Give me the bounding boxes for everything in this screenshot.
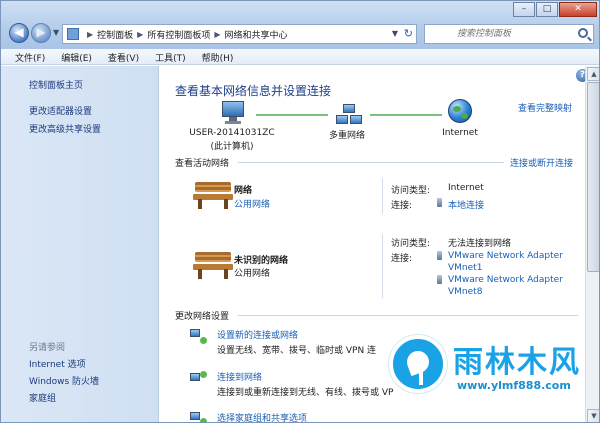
network-1-connection-label: 连接: — [391, 201, 413, 211]
divider — [382, 178, 383, 214]
this-computer-label: (此计算机) — [210, 142, 254, 152]
network-adapter-icon — [437, 198, 442, 207]
sidebar-internet-options[interactable]: Internet 选项 — [29, 357, 86, 370]
sidebar-control-panel-home[interactable]: 控制面板主页 — [29, 78, 83, 91]
connect-to-network-desc: 连接到或重新连接到无线、有线、拨号或 VP — [217, 388, 394, 398]
network-1-type-link[interactable]: 公用网络 — [234, 197, 270, 210]
network-2-type: 公用网络 — [234, 269, 271, 279]
public-network-bench-icon — [193, 180, 233, 210]
change-settings-heading: 更改网络设置 — [175, 312, 230, 322]
ylmf-logo-icon — [389, 335, 447, 393]
chevron-right-icon[interactable]: ▶ — [137, 30, 143, 39]
address-dropdown-chevron-icon[interactable]: ▼ — [392, 29, 398, 38]
network-2-connection-label: 连接: — [391, 254, 413, 264]
setup-new-connection-link[interactable]: 设置新的连接或网络 — [217, 328, 298, 341]
public-network-bench-icon — [193, 250, 233, 280]
setup-new-connection-desc: 设置无线、宽带、拨号、临时或 VPN 连 — [217, 346, 377, 356]
menu-edit[interactable]: 编辑(E) — [55, 49, 98, 64]
breadcrumb: ▶ 控制面板 ▶ 所有控制面板项 ▶ 网络和共享中心 — [83, 28, 288, 41]
menu-view[interactable]: 查看(V) — [102, 49, 145, 64]
network-2-connection-link-1-sub[interactable]: VMnet1 — [448, 263, 482, 273]
search-input[interactable] — [425, 25, 565, 43]
menu-file[interactable]: 文件(F) — [9, 49, 51, 64]
new-connection-icon — [190, 329, 208, 345]
internet-label[interactable]: Internet — [430, 128, 490, 138]
active-networks-heading: 查看活动网络 — [175, 159, 230, 169]
network-1-name: 网络 — [234, 186, 253, 196]
control-panel-icon — [67, 28, 79, 40]
sidebar-see-also-heading: 另请参阅 — [29, 343, 66, 353]
network-adapter-icon — [437, 251, 442, 260]
divider — [382, 234, 383, 298]
search-box[interactable] — [424, 24, 594, 44]
close-button[interactable]: ✕ — [559, 2, 597, 17]
menu-tools[interactable]: 工具(T) — [149, 49, 192, 64]
window-controls: – □ ✕ — [512, 2, 597, 17]
divider — [238, 162, 504, 163]
network-1-access-label: 访问类型: — [391, 186, 431, 196]
connect-disconnect-link[interactable]: 连接或断开连接 — [510, 156, 573, 169]
sidebar-change-adapter-settings[interactable]: 更改适配器设置 — [29, 104, 92, 117]
forward-arrow-icon[interactable]: ▶ — [31, 23, 51, 43]
maximize-button[interactable]: □ — [536, 2, 558, 17]
connect-to-network-icon — [190, 371, 208, 387]
connection-line — [370, 114, 442, 116]
network-1-connection-link[interactable]: 本地连接 — [448, 198, 484, 211]
breadcrumb-all-items[interactable]: 所有控制面板项 — [147, 28, 210, 41]
network-2-name: 未识别的网络 — [234, 256, 289, 266]
network-sharing-center-window: – □ ✕ ◀ ▶ ▼ ▶ 控制面板 ▶ 所有控制面板项 ▶ 网络和共享中心 ▼… — [0, 0, 600, 423]
breadcrumb-control-panel[interactable]: 控制面板 — [97, 28, 133, 41]
sidebar-homegroup[interactable]: 家庭组 — [29, 391, 56, 404]
menu-bar: 文件(F) 编辑(E) 查看(V) 工具(T) 帮助(H) — [1, 49, 599, 65]
network-2-access-label: 访问类型: — [391, 239, 431, 249]
network-2-connection-link-2-sub[interactable]: VMnet8 — [448, 287, 482, 297]
refresh-icon[interactable]: ↻ — [404, 27, 413, 40]
page-title: 查看基本网络信息并设置连接 — [175, 84, 332, 98]
menu-help[interactable]: 帮助(H) — [196, 49, 240, 64]
divider — [238, 315, 578, 316]
sidebar: 控制面板主页 更改适配器设置 更改高级共享设置 另请参阅 Internet 选项… — [1, 66, 159, 422]
scroll-up-icon[interactable]: ▲ — [587, 67, 599, 81]
multiple-networks-icon — [336, 104, 362, 126]
scroll-thumb[interactable] — [587, 82, 599, 272]
address-bar[interactable]: ▶ 控制面板 ▶ 所有控制面板项 ▶ 网络和共享中心 ▼ ↻ — [62, 24, 417, 44]
network-1-access-value: Internet — [448, 183, 484, 193]
multiple-networks-label[interactable]: 多重网络 — [312, 128, 382, 141]
network-adapter-icon — [437, 275, 442, 284]
breadcrumb-network-center[interactable]: 网络和共享中心 — [225, 28, 288, 41]
recent-pages-chevron-icon[interactable]: ▼ — [53, 28, 59, 37]
network-2-connection-link-2[interactable]: VMware Network Adapter — [448, 275, 563, 285]
computer-icon — [220, 101, 246, 125]
connect-to-network-link[interactable]: 连接到网络 — [217, 370, 262, 383]
title-address-bar: – □ ✕ ◀ ▶ ▼ ▶ 控制面板 ▶ 所有控制面板项 ▶ 网络和共享中心 ▼… — [1, 1, 599, 49]
watermark-title: 雨林木风 — [453, 345, 581, 380]
chevron-right-icon[interactable]: ▶ — [214, 30, 220, 39]
sidebar-windows-firewall[interactable]: Windows 防火墙 — [29, 374, 99, 387]
search-icon[interactable] — [578, 28, 588, 38]
watermark: 雨林木风 www.ylmf888.com — [381, 331, 599, 422]
network-2-access-value: 无法连接到网络 — [448, 239, 512, 249]
watermark-url: www.ylmf888.com — [457, 379, 571, 392]
internet-globe-icon — [448, 99, 472, 123]
homegroup-sharing-link[interactable]: 选择家庭组和共享选项 — [217, 411, 307, 422]
connection-line — [256, 114, 328, 116]
back-arrow-icon[interactable]: ◀ — [9, 23, 29, 43]
sidebar-change-advanced-sharing[interactable]: 更改高级共享设置 — [29, 122, 101, 135]
network-2-connection-link-1[interactable]: VMware Network Adapter — [448, 251, 563, 261]
view-full-map-link[interactable]: 查看完整映射 — [518, 101, 572, 114]
minimize-button[interactable]: – — [513, 2, 535, 17]
computer-name-label[interactable]: USER-20141031ZC — [182, 128, 282, 138]
homegroup-icon — [190, 412, 208, 422]
chevron-right-icon[interactable]: ▶ — [87, 30, 93, 39]
